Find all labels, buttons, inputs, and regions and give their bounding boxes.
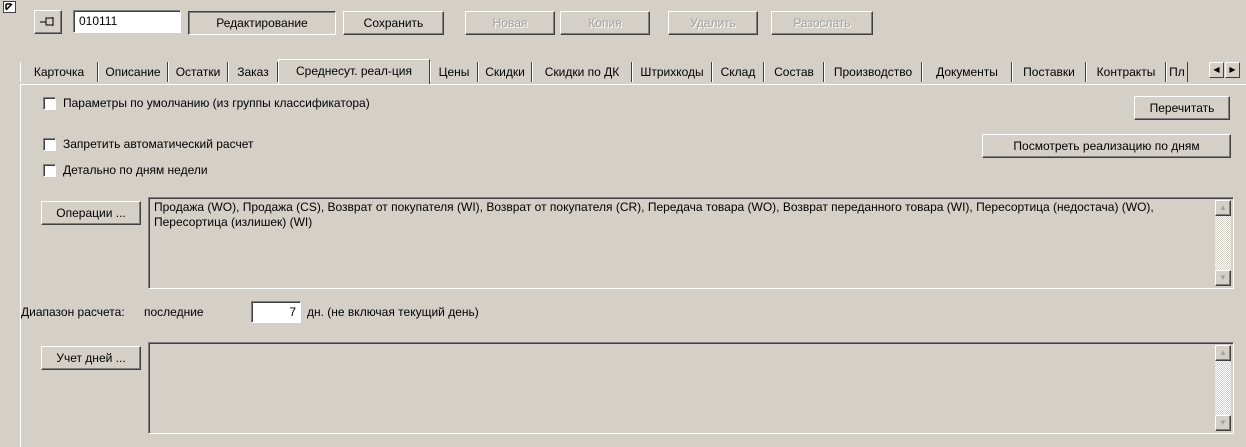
tab-prices[interactable]: Цены	[430, 62, 478, 82]
operations-text: Продажа (WO), Продажа (CS), Возврат от п…	[154, 200, 1154, 229]
restore-icon[interactable]	[3, 1, 16, 13]
new-button[interactable]: Новая	[465, 11, 555, 35]
tab-supplies[interactable]: Поставки	[1012, 62, 1086, 82]
by-weekday-checkbox-label[interactable]: Детально по дням недели	[63, 163, 208, 178]
tab-contracts[interactable]: Контракты	[1086, 62, 1166, 82]
defaults-checkbox[interactable]	[43, 97, 56, 110]
save-button[interactable]: Сохранить	[343, 11, 444, 35]
tab-warehouse[interactable]: Склад	[712, 62, 764, 82]
forbid-auto-checkbox-label[interactable]: Запретить автоматический расчет	[63, 137, 253, 152]
range-days-input[interactable]: 7	[251, 301, 301, 323]
tab-composition[interactable]: Состав	[764, 62, 824, 82]
tab-scroll-left-icon[interactable]: ◀	[1209, 62, 1224, 78]
forbid-auto-checkbox[interactable]	[43, 138, 56, 151]
delete-button[interactable]: Удалить	[668, 11, 758, 35]
range-label: Диапазон расчета:	[21, 305, 125, 319]
tab-more[interactable]: Пл	[1166, 62, 1188, 82]
range-suffix-label: дн. (не включая текущий день)	[307, 305, 479, 319]
tab-documents[interactable]: Документы	[922, 62, 1012, 82]
days-memo[interactable]: ▲ ▼	[148, 342, 1234, 434]
send-button[interactable]: Разослать	[771, 11, 873, 35]
tab-panel: Параметры по умолчанию (из группы класси…	[20, 84, 1246, 447]
pin-button[interactable]	[34, 10, 62, 34]
scroll-up-icon[interactable]: ▲	[1215, 200, 1231, 216]
tab-card-discounts[interactable]: Скидки по ДК	[532, 62, 632, 82]
tab-description[interactable]: Описание	[98, 62, 168, 82]
defaults-checkbox-label[interactable]: Параметры по умолчанию (из группы класси…	[63, 96, 370, 111]
scroll-down-icon[interactable]: ▼	[1215, 270, 1231, 286]
tab-discounts[interactable]: Скидки	[478, 62, 532, 82]
tab-stock[interactable]: Остатки	[168, 62, 228, 82]
scroll-up-icon[interactable]: ▲	[1215, 345, 1231, 361]
operations-scrollbar[interactable]: ▲ ▼	[1215, 200, 1231, 286]
tab-avg-sales[interactable]: Среднесут. реал-ция	[278, 59, 430, 84]
tab-production[interactable]: Производство	[824, 62, 922, 82]
operations-memo[interactable]: Продажа (WO), Продажа (CS), Возврат от п…	[148, 197, 1234, 289]
tab-order[interactable]: Заказ	[228, 62, 278, 82]
recalc-button[interactable]: Перечитать	[1134, 96, 1230, 120]
window: 010111 Редактирование Сохранить Новая Ко…	[0, 0, 1246, 447]
operations-button[interactable]: Операции ...	[41, 201, 141, 225]
tab-barcodes[interactable]: Штрихкоды	[632, 62, 712, 82]
by-weekday-checkbox[interactable]	[43, 164, 56, 177]
days-scrollbar[interactable]: ▲ ▼	[1215, 345, 1231, 431]
tab-strip: Карточка Описание Остатки Заказ Среднесу…	[20, 59, 1246, 84]
copy-button[interactable]: Копия	[560, 11, 650, 35]
pin-icon	[39, 17, 57, 31]
range-last-label: последние	[144, 305, 204, 319]
edit-button[interactable]: Редактирование	[188, 11, 336, 35]
scroll-down-icon[interactable]: ▼	[1215, 415, 1231, 431]
days-button[interactable]: Учет дней ...	[41, 346, 141, 370]
code-field[interactable]: 010111	[73, 10, 181, 33]
tab-card[interactable]: Карточка	[20, 62, 98, 82]
tab-scroll-right-icon[interactable]: ▶	[1225, 62, 1240, 78]
view-by-days-button[interactable]: Посмотреть реализацию по дням	[982, 134, 1231, 158]
